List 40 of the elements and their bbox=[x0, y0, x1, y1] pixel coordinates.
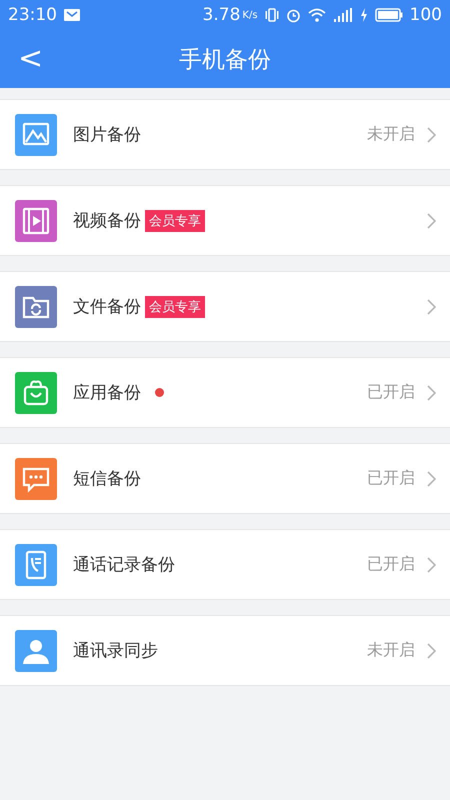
battery-icon bbox=[374, 8, 403, 22]
chevron-icon bbox=[427, 642, 436, 658]
chevron-icon bbox=[427, 212, 436, 228]
backup-row[interactable]: 视频备份 会员专享 bbox=[0, 185, 450, 256]
signal-icon bbox=[332, 8, 353, 22]
status-text: 未开启 bbox=[367, 640, 415, 661]
backup-row[interactable]: 应用备份 已开启 bbox=[0, 357, 450, 428]
item-label: 视频备份 bbox=[73, 210, 141, 232]
backup-row[interactable]: 短信备份 已开启 bbox=[0, 443, 450, 514]
backup-row[interactable]: 图片备份 未开启 bbox=[0, 99, 450, 170]
mail-icon bbox=[64, 9, 80, 21]
status-text: 已开启 bbox=[367, 554, 415, 575]
chevron-icon bbox=[427, 470, 436, 486]
charging-icon bbox=[360, 8, 368, 22]
member-badge: 会员专享 bbox=[145, 296, 205, 318]
clock: 23:10 bbox=[8, 5, 57, 25]
chevron-icon bbox=[427, 126, 436, 142]
page-title: 手机备份 bbox=[179, 46, 271, 74]
item-label: 应用备份 bbox=[73, 382, 141, 404]
member-badge: 会员专享 bbox=[145, 210, 205, 232]
network-speed: 3.78 bbox=[202, 5, 240, 25]
status-text: 已开启 bbox=[367, 382, 415, 403]
item-label: 图片备份 bbox=[73, 124, 141, 146]
item-label: 短信备份 bbox=[73, 468, 141, 490]
chevron-icon bbox=[427, 556, 436, 572]
chevron-icon bbox=[427, 298, 436, 314]
item-label: 文件备份 bbox=[73, 296, 141, 318]
wifi-icon bbox=[308, 8, 326, 22]
status-text: 已开启 bbox=[367, 468, 415, 489]
status-text: 未开启 bbox=[367, 124, 415, 145]
backup-row[interactable]: 通话记录备份 已开启 bbox=[0, 529, 450, 600]
battery-level: 100 bbox=[410, 5, 442, 25]
chevron-icon bbox=[427, 384, 436, 400]
item-label: 通讯录同步 bbox=[73, 640, 158, 662]
alarm-icon bbox=[286, 8, 301, 22]
speed-unit: K/s bbox=[242, 10, 258, 20]
backup-row[interactable]: 通讯录同步 未开启 bbox=[0, 615, 450, 686]
item-label: 通话记录备份 bbox=[73, 554, 175, 576]
backup-row[interactable]: 文件备份 会员专享 bbox=[0, 271, 450, 342]
vibrate-icon bbox=[264, 8, 279, 22]
